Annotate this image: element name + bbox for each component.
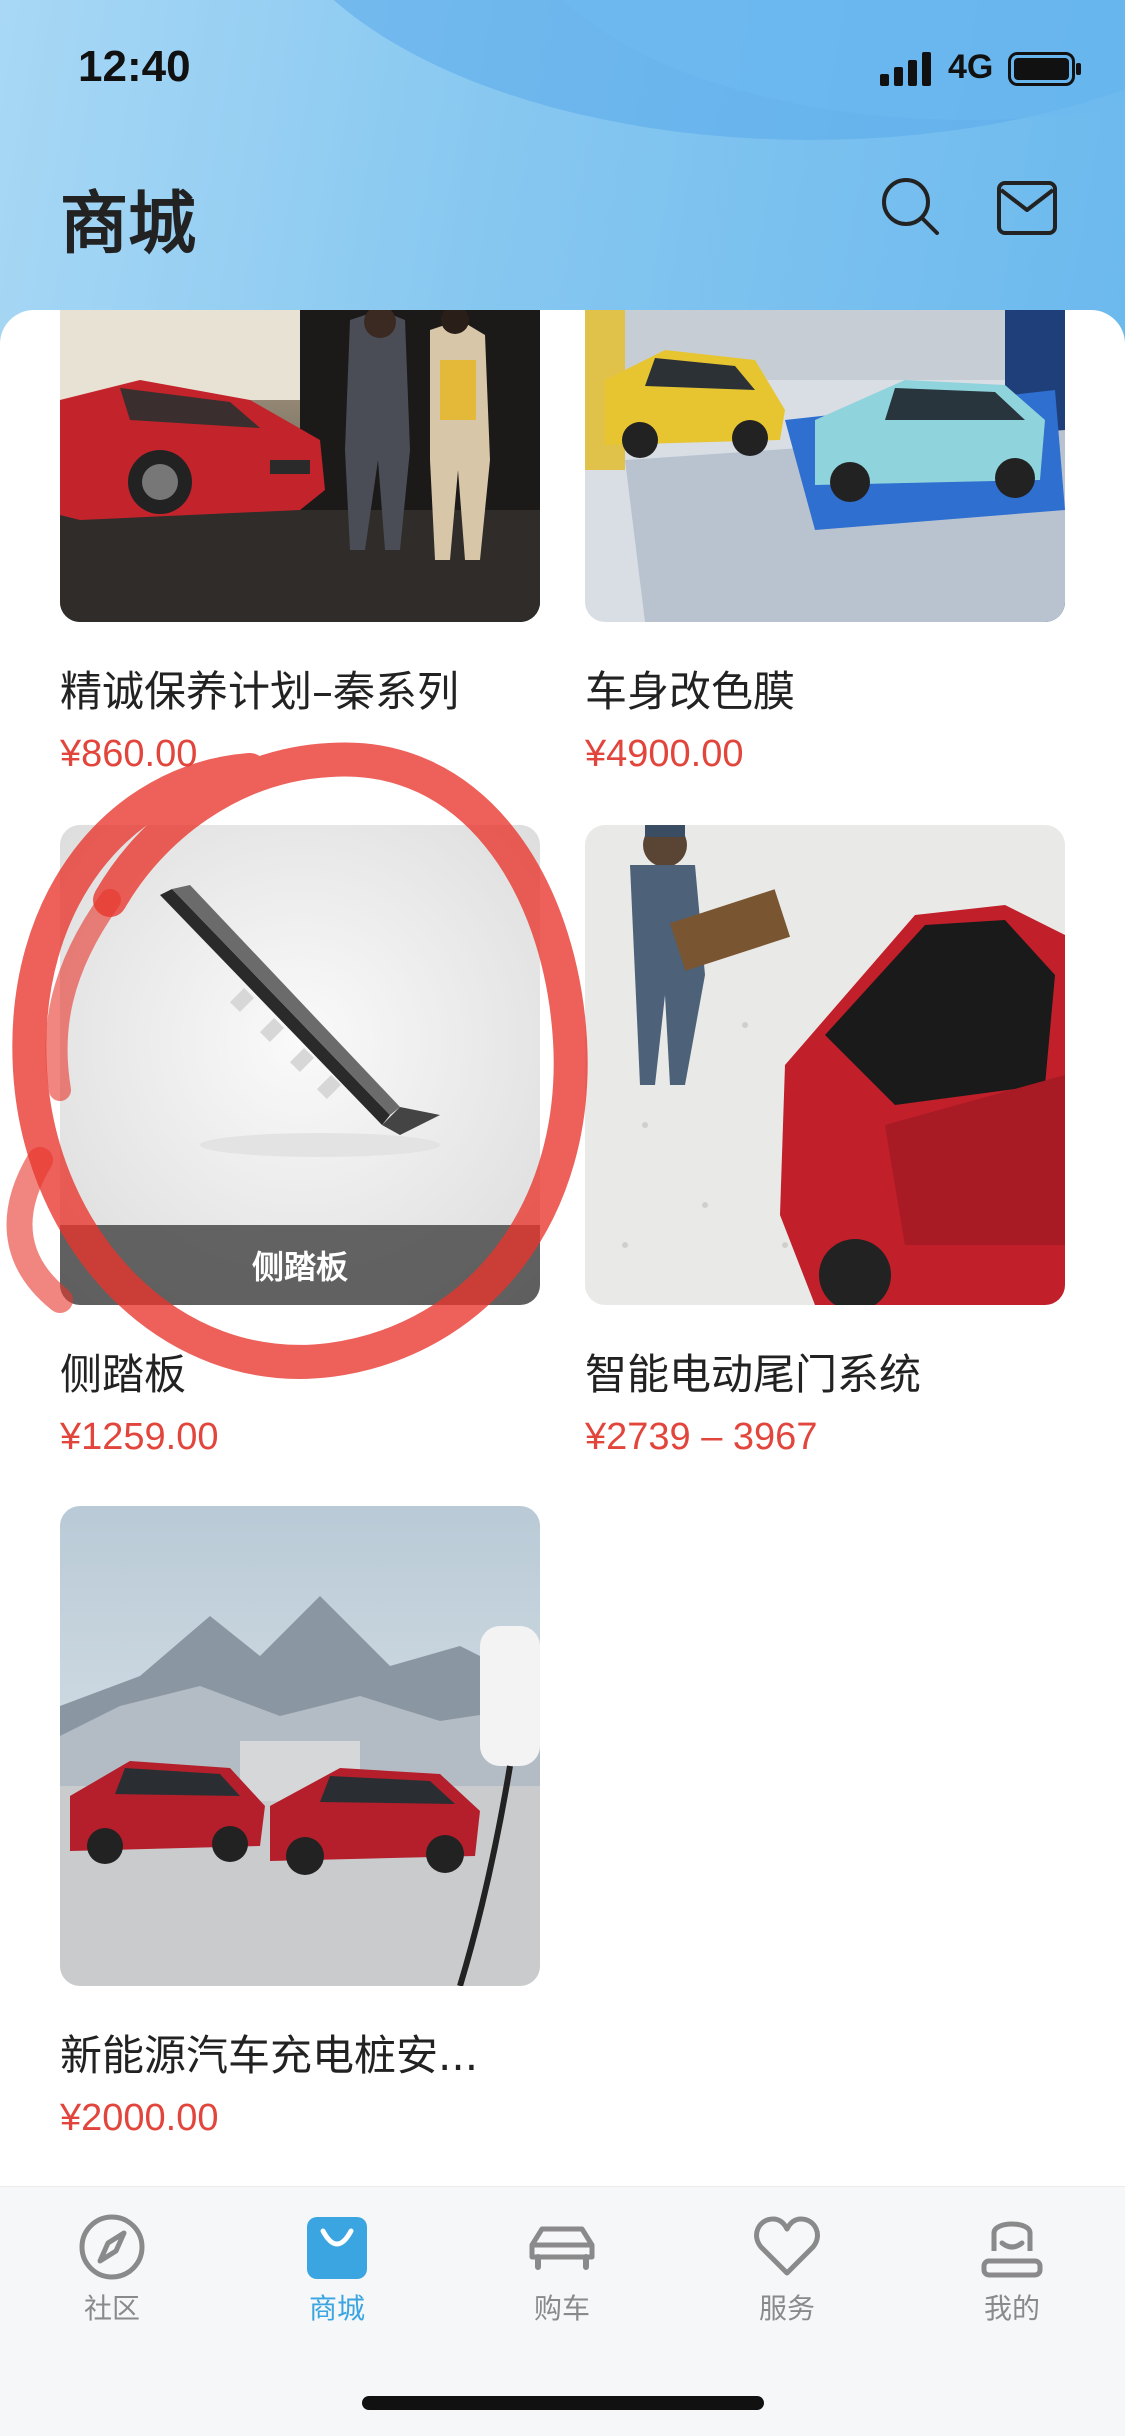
- compass-icon: [79, 2214, 145, 2280]
- product-card[interactable]: 精诚保养计划–秦系列 ¥860.00: [60, 310, 540, 776]
- tab-label: 商城: [308, 2292, 365, 2325]
- mail-icon[interactable]: [996, 180, 1058, 236]
- page-title: 商城: [60, 185, 197, 264]
- tab-community[interactable]: 社区: [37, 2211, 187, 2327]
- signal-icon: [880, 52, 936, 90]
- tab-label: 服务: [758, 2292, 815, 2325]
- tab-buy-car[interactable]: 购车: [487, 2211, 637, 2327]
- status-time: 12:40: [78, 42, 191, 91]
- product-name[interactable]: 新能源汽车充电桩安...: [60, 2022, 540, 2083]
- search-icon[interactable]: [880, 176, 940, 236]
- tab-mine[interactable]: 我的: [937, 2211, 1087, 2327]
- product-card[interactable]: 车身改色膜 ¥4900.00: [585, 310, 1065, 776]
- product-image-caption: 侧踏板: [60, 1225, 540, 1305]
- status-bar: 12:40 4G: [0, 0, 1125, 130]
- heart-icon: [754, 2216, 820, 2276]
- product-name[interactable]: 精诚保养计划–秦系列: [60, 658, 540, 719]
- tab-mall[interactable]: 商城: [262, 2211, 412, 2327]
- product-price: ¥1259.00: [60, 1416, 219, 1458]
- network-type: 4G: [948, 48, 994, 86]
- product-image[interactable]: 侧踏板: [60, 825, 540, 1305]
- home-indicator[interactable]: [362, 2396, 764, 2410]
- car-icon: [529, 2226, 595, 2270]
- product-name[interactable]: 车身改色膜: [585, 658, 1065, 719]
- product-image[interactable]: [585, 310, 1065, 622]
- profile-icon: [981, 2221, 1043, 2278]
- tab-label: 我的: [983, 2292, 1040, 2325]
- product-name[interactable]: 智能电动尾门系统: [585, 1341, 1065, 1402]
- product-image[interactable]: [60, 310, 540, 622]
- product-card[interactable]: 智能电动尾门系统 ¥2739 – 3967: [585, 825, 1065, 1459]
- product-price: ¥2000.00: [60, 2097, 219, 2139]
- product-image[interactable]: [60, 1506, 540, 1986]
- battery-icon: [1008, 52, 1082, 90]
- tab-label: 社区: [83, 2292, 140, 2325]
- product-price: ¥2739 – 3967: [585, 1416, 818, 1458]
- product-price: ¥860.00: [60, 733, 198, 775]
- tab-label: 购车: [533, 2292, 590, 2325]
- product-name[interactable]: 侧踏板: [60, 1341, 540, 1402]
- product-price: ¥4900.00: [585, 733, 744, 775]
- product-card[interactable]: 侧踏板 侧踏板 ¥1259.00: [60, 825, 540, 1459]
- product-image[interactable]: [585, 825, 1065, 1305]
- product-grid: 精诚保养计划–秦系列 ¥860.00 车身改色膜 ¥4900.00 侧踏板 侧踏…: [0, 310, 1125, 2186]
- shopping-bag-icon: [307, 2217, 367, 2279]
- product-card[interactable]: 新能源汽车充电桩安... ¥2000.00: [60, 1506, 540, 2140]
- tab-service[interactable]: 服务: [712, 2211, 862, 2327]
